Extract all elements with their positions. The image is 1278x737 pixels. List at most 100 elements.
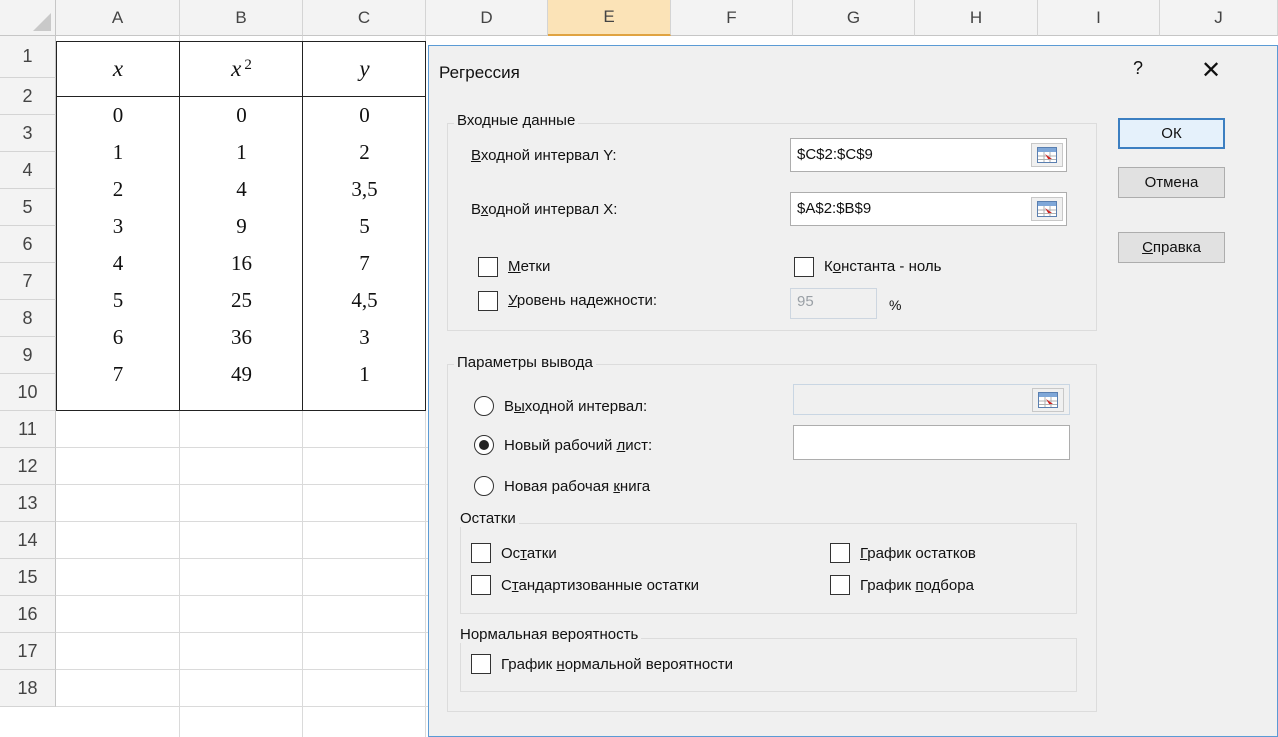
column-header-c[interactable]: C <box>303 0 426 36</box>
ok-button[interactable]: ОК <box>1118 118 1225 149</box>
line-fit-plots-label: График подбора <box>860 577 974 594</box>
cell-b2[interactable]: 0 <box>180 97 303 134</box>
cell-c7[interactable]: 4,5 <box>303 282 426 319</box>
help-icon[interactable]: ? <box>1127 58 1149 79</box>
cell-b7[interactable]: 25 <box>180 282 303 319</box>
normal-probability-group-label: Нормальная вероятность <box>457 626 642 643</box>
output-range-field[interactable] <box>793 384 1070 415</box>
cell-a6[interactable]: 4 <box>56 245 180 282</box>
residuals-checkbox[interactable] <box>471 543 491 563</box>
new-worksheet-name-field[interactable] <box>793 425 1070 460</box>
row-header-18[interactable]: 18 <box>0 670 56 707</box>
header-x: x <box>112 56 124 81</box>
input-y-label: Входной интервал Y: <box>471 147 617 164</box>
help-button[interactable]: Справка <box>1118 232 1225 263</box>
select-all-corner[interactable] <box>0 0 56 36</box>
cell-b3[interactable]: 1 <box>180 134 303 171</box>
header-x2: x <box>231 56 242 81</box>
row-header-4[interactable]: 4 <box>0 152 56 189</box>
collapse-dialog-icon[interactable] <box>1031 197 1063 221</box>
output-range-label: Выходной интервал: <box>504 398 648 415</box>
new-worksheet-radio[interactable] <box>474 435 494 455</box>
row-header-2[interactable]: 2 <box>0 78 56 115</box>
select-all-triangle-icon <box>33 13 51 31</box>
cell-b5[interactable]: 9 <box>180 208 303 245</box>
cell-a3[interactable]: 1 <box>56 134 180 171</box>
normal-probability-plot-checkbox[interactable] <box>471 654 491 674</box>
header-x2-superscript: 2 <box>244 56 252 73</box>
cell-b6[interactable]: 16 <box>180 245 303 282</box>
cancel-button[interactable]: Отмена <box>1118 167 1225 198</box>
row-header-17[interactable]: 17 <box>0 633 56 670</box>
column-header-e[interactable]: E <box>548 0 671 36</box>
new-workbook-radio[interactable] <box>474 476 494 496</box>
regression-dialog: Регрессия ? ✕ Входные данные Входной инт… <box>428 45 1278 737</box>
cell-a9[interactable]: 7 <box>56 356 180 393</box>
row-header-5[interactable]: 5 <box>0 189 56 226</box>
constant-zero-label: Константа - ноль <box>824 258 942 275</box>
column-header-d[interactable]: D <box>426 0 548 36</box>
row-header-3[interactable]: 3 <box>0 115 56 152</box>
cell-a7[interactable]: 5 <box>56 282 180 319</box>
cell-a4[interactable]: 2 <box>56 171 180 208</box>
collapse-dialog-icon[interactable] <box>1031 143 1063 167</box>
cell-c8[interactable]: 3 <box>303 319 426 356</box>
cell-c2[interactable]: 0 <box>303 97 426 134</box>
labels-checkbox[interactable] <box>478 257 498 277</box>
row-header-6[interactable]: 6 <box>0 226 56 263</box>
row-header-13[interactable]: 13 <box>0 485 56 522</box>
collapse-dialog-icon[interactable] <box>1032 388 1064 412</box>
cell-c3[interactable]: 2 <box>303 134 426 171</box>
row-header-15[interactable]: 15 <box>0 559 56 596</box>
cell-b1[interactable]: x2 <box>180 41 303 97</box>
residuals-group-label: Остатки <box>457 510 519 527</box>
column-header-j[interactable]: J <box>1160 0 1278 36</box>
cell-a1[interactable]: x <box>56 41 180 97</box>
output-range-radio[interactable] <box>474 396 494 416</box>
line-fit-plots-checkbox[interactable] <box>830 575 850 595</box>
cell-c5[interactable]: 5 <box>303 208 426 245</box>
new-worksheet-label: Новый рабочий лист: <box>504 437 653 454</box>
column-header-g[interactable]: G <box>793 0 915 36</box>
residual-plots-checkbox[interactable] <box>830 543 850 563</box>
standardized-residuals-checkbox[interactable] <box>471 575 491 595</box>
confidence-level-checkbox[interactable] <box>478 291 498 311</box>
input-x-range-field[interactable]: $A$2:$B$9 <box>790 192 1067 226</box>
column-header-f[interactable]: F <box>671 0 793 36</box>
cell-c6[interactable]: 7 <box>303 245 426 282</box>
column-header-h[interactable]: H <box>915 0 1038 36</box>
cell-a5[interactable]: 3 <box>56 208 180 245</box>
row-header-9[interactable]: 9 <box>0 337 56 374</box>
row-header-14[interactable]: 14 <box>0 522 56 559</box>
row-header-8[interactable]: 8 <box>0 300 56 337</box>
cell-c4[interactable]: 3,5 <box>303 171 426 208</box>
input-y-range-field[interactable]: $C$2:$C$9 <box>790 138 1067 172</box>
constant-zero-checkbox[interactable] <box>794 257 814 277</box>
cell-a8[interactable]: 6 <box>56 319 180 356</box>
row-header-12[interactable]: 12 <box>0 448 56 485</box>
row-header-16[interactable]: 16 <box>0 596 56 633</box>
column-header-i[interactable]: I <box>1038 0 1160 36</box>
labels-checkbox-label: Метки <box>508 258 551 275</box>
column-header-b[interactable]: B <box>180 0 303 36</box>
cell-c1[interactable]: y <box>303 41 426 97</box>
cell-c9[interactable]: 1 <box>303 356 426 393</box>
residual-plots-label: График остатков <box>860 545 976 562</box>
cell-a2[interactable]: 0 <box>56 97 180 134</box>
row-header-7[interactable]: 7 <box>0 263 56 300</box>
new-workbook-label: Новая рабочая книга <box>504 478 651 495</box>
cell-b8[interactable]: 36 <box>180 319 303 356</box>
input-data-group-label: Входные данные <box>454 112 579 129</box>
dialog-title: Регрессия <box>439 63 520 82</box>
residuals-group <box>460 523 1077 614</box>
close-icon[interactable]: ✕ <box>1196 56 1226 86</box>
cell-b9[interactable]: 49 <box>180 356 303 393</box>
column-header-a[interactable]: A <box>56 0 180 36</box>
confidence-level-field[interactable]: 95 <box>790 288 877 319</box>
row-header-11[interactable]: 11 <box>0 411 56 448</box>
cell-b4[interactable]: 4 <box>180 171 303 208</box>
row-header-1[interactable]: 1 <box>0 36 56 78</box>
normal-probability-plot-label: График нормальной вероятности <box>501 656 733 673</box>
row-header-10[interactable]: 10 <box>0 374 56 411</box>
header-y: y <box>359 56 370 81</box>
